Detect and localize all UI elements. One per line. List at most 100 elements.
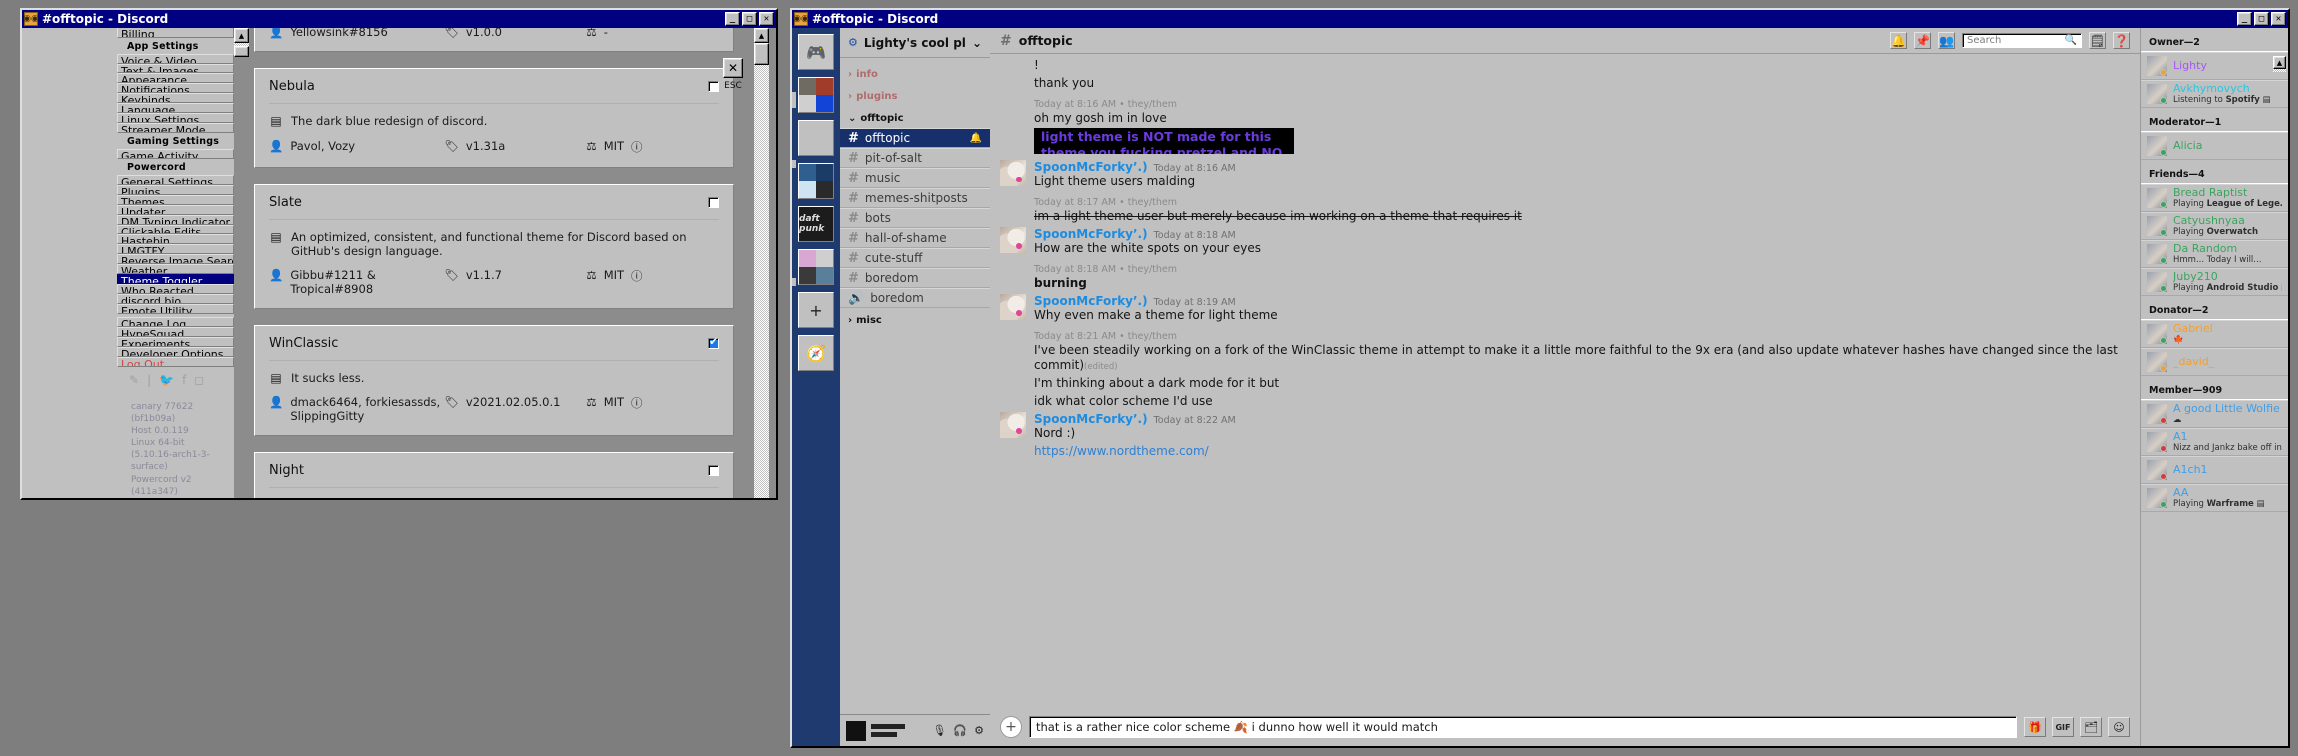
member-item-alicia[interactable]: Alicia — [2141, 132, 2288, 160]
sidebar-item-theme-toggler[interactable]: Theme Toggler — [117, 274, 234, 285]
sidebar-item-streamer-mode[interactable]: Streamer Mode — [117, 123, 234, 133]
sidebar-item-voice-video[interactable]: Voice & Video — [117, 53, 234, 64]
channel-item-hall-of-shame[interactable]: # hall-of-shame — [840, 228, 990, 248]
sidebar-item-dm-typing-indicator[interactable]: DM Typing Indicator — [117, 214, 234, 225]
twitter-icon[interactable]: 🐦 — [159, 373, 174, 387]
maximize-button[interactable]: □ — [2254, 12, 2269, 26]
sidebar-item-general-settings[interactable]: General Settings — [117, 174, 234, 185]
channel-item-offtopic[interactable]: # offtopic 🔔 — [840, 128, 990, 148]
sidebar-item-text-images[interactable]: Text & Images — [117, 63, 234, 74]
sidebar-item-lmgtfy[interactable]: LMGTFY — [117, 244, 234, 255]
theme-card-nebula[interactable]: Nebula ▤ The dark blue redesign of disco… — [254, 68, 734, 168]
members-icon[interactable]: 👥 — [1938, 32, 1955, 49]
sidebar-item-plugins[interactable]: Plugins — [117, 184, 234, 195]
message-link[interactable]: https://www.nordtheme.com/ — [1034, 444, 1209, 458]
scroll-thumb[interactable] — [754, 43, 769, 65]
spoiler-text[interactable]: light theme is NOT made for this theme y… — [1034, 128, 1294, 155]
close-button[interactable]: ✕ — [2271, 12, 2286, 26]
sidebar-item-change-log[interactable]: Change Log — [117, 317, 234, 328]
minimize-button[interactable]: _ — [2237, 12, 2252, 26]
sidebar-item-keybinds[interactable]: Keybinds — [117, 93, 234, 104]
theme-toggle-checkbox[interactable] — [708, 336, 719, 349]
search-input[interactable]: Search 🔍 — [1962, 33, 2082, 48]
guild-home-button[interactable]: 🎮 — [798, 34, 834, 70]
member-scrollbar[interactable]: ▲ — [2273, 56, 2286, 72]
message-author[interactable]: SpoonMcForky’.) — [1034, 160, 1148, 174]
close-button[interactable]: ✕ — [759, 12, 774, 26]
guild-icon[interactable] — [798, 163, 834, 199]
member-item-da-random[interactable]: Da Random Hmm... Today I will... — [2141, 240, 2288, 268]
channel-category-offtopic[interactable]: ⌄ offtopic — [840, 106, 990, 128]
theme-toggle-checkbox[interactable] — [708, 465, 719, 477]
scroll-up-button[interactable]: ▲ — [754, 28, 769, 43]
guild-header[interactable]: ⚙ Lighty's cool place ⌄ — [840, 28, 990, 58]
sidebar-item-emote-utility[interactable]: Emote Utility — [117, 303, 234, 314]
message-input[interactable]: that is a rather nice color scheme 🍂 i d… — [1029, 716, 2017, 738]
message-author[interactable]: SpoonMcForky’.) — [1034, 294, 1148, 308]
avatar[interactable] — [1000, 411, 1026, 438]
message-author[interactable]: SpoonMcForky’.) — [1034, 412, 1148, 426]
channel-item-pit-of-salt[interactable]: # pit-of-salt — [840, 148, 990, 168]
guild-icon[interactable]: daft punk — [798, 206, 834, 242]
sidebar-item-discord-bio[interactable]: discord.bio — [117, 293, 234, 304]
settings-titlebar[interactable]: ◉◉ #offtopic - Discord _ □ ✕ — [22, 10, 776, 28]
channel-category-info[interactable]: › info — [840, 62, 990, 84]
add-server-button[interactable]: + — [798, 292, 834, 328]
sidebar-item-appearance[interactable]: Appearance — [117, 73, 234, 84]
member-item-david[interactable]: _david_ — [2141, 348, 2288, 376]
member-item-gabriel[interactable]: Gabriel 🍁 — [2141, 320, 2288, 348]
sidebar-item-linux-settings[interactable]: Linux Settings — [117, 113, 234, 124]
channel-item-memes-shitposts[interactable]: # memes-shitposts — [840, 188, 990, 208]
nav-scroll-thumb[interactable] — [234, 46, 249, 57]
theme-toggle-checkbox[interactable] — [708, 196, 719, 208]
channel-item-cute-stuff[interactable]: # cute-stuff — [840, 248, 990, 268]
channel-category-plugins[interactable]: › plugins — [840, 84, 990, 106]
member-item-a1[interactable]: A1 Nizz and Jankz bake off in ja... — [2141, 428, 2288, 456]
sidebar-item-experiments[interactable]: Experiments — [117, 336, 234, 347]
member-scroll-up-button[interactable]: ▲ — [2273, 56, 2286, 69]
sidebar-item-updater[interactable]: Updater — [117, 204, 234, 215]
member-item-juby210[interactable]: Juby210 Playing Android Studio ▤ — [2141, 268, 2288, 296]
member-item-lighty[interactable]: Lighty — [2141, 52, 2288, 80]
sidebar-item-who-reacted[interactable]: Who Reacted — [117, 284, 234, 294]
sidebar-item-themes[interactable]: Themes — [117, 194, 234, 205]
chevron-down-icon[interactable]: ⌄ — [972, 36, 982, 50]
facebook-icon[interactable]: f — [182, 373, 186, 387]
avatar[interactable] — [1000, 160, 1026, 187]
avatar[interactable] — [846, 720, 866, 741]
sidebar-item-developer-options[interactable]: Developer Options — [117, 346, 234, 357]
channel-item-boredom[interactable]: 🔊 boredom — [840, 288, 990, 308]
guild-icon[interactable] — [798, 77, 834, 113]
sidebar-item-log-out[interactable]: Log Out — [117, 356, 234, 367]
member-item-catyushnyaa[interactable]: Catyushnyaa Playing Overwatch — [2141, 212, 2288, 240]
nav-scroll-track[interactable] — [234, 46, 249, 58]
theme-card-night[interactable]: Night ▤ Heavily inspired by Kha's Tokyo … — [254, 452, 734, 498]
headset-icon[interactable]: 🎧 — [953, 724, 967, 737]
sidebar-item-game-activity[interactable]: Game Activity — [117, 148, 234, 159]
close-settings-icon[interactable]: ✕ — [723, 58, 743, 78]
add-attachment-button[interactable]: + — [1000, 716, 1022, 738]
instagram-icon[interactable]: ◻ — [194, 373, 204, 387]
maximize-button[interactable]: □ — [742, 12, 757, 26]
help-icon[interactable]: ❓ — [2113, 32, 2130, 49]
explore-servers-button[interactable]: 🧭 — [798, 335, 834, 371]
esc-close-region[interactable]: ✕ ESC — [718, 58, 748, 91]
gift-icon[interactable]: 🎁 — [2024, 717, 2046, 737]
info-icon[interactable]: ⓘ — [631, 268, 643, 284]
nav-scrollbar[interactable]: ▲ — [234, 28, 249, 46]
discord-icon[interactable]: ✎ — [129, 373, 139, 387]
sidebar-item-reverse-image-search[interactable]: Reverse Image Search — [117, 254, 234, 265]
theme-card-slate[interactable]: Slate ▤ An optimized, consistent, and fu… — [254, 183, 734, 309]
nav-scroll-up-button[interactable]: ▲ — [234, 28, 249, 43]
info-icon[interactable]: ⓘ — [631, 395, 643, 411]
channel-item-boredom[interactable]: # boredom — [840, 268, 990, 288]
message-author[interactable]: SpoonMcForky’.) — [1034, 227, 1148, 241]
avatar[interactable] — [1000, 227, 1026, 254]
sidebar-item-hypesquad[interactable]: HypeSquad — [117, 327, 234, 337]
inbox-icon[interactable]: 🗒 — [2089, 32, 2106, 49]
sidebar-item-hastebin[interactable]: Hastebin — [117, 234, 234, 245]
member-item-avkhymovych[interactable]: Avkhymovych Listening to Spotify ▤ — [2141, 80, 2288, 108]
member-item-aa[interactable]: AA Playing Warframe ▤ — [2141, 484, 2288, 512]
guild-icon[interactable] — [798, 120, 834, 156]
avatar[interactable] — [1000, 293, 1026, 320]
